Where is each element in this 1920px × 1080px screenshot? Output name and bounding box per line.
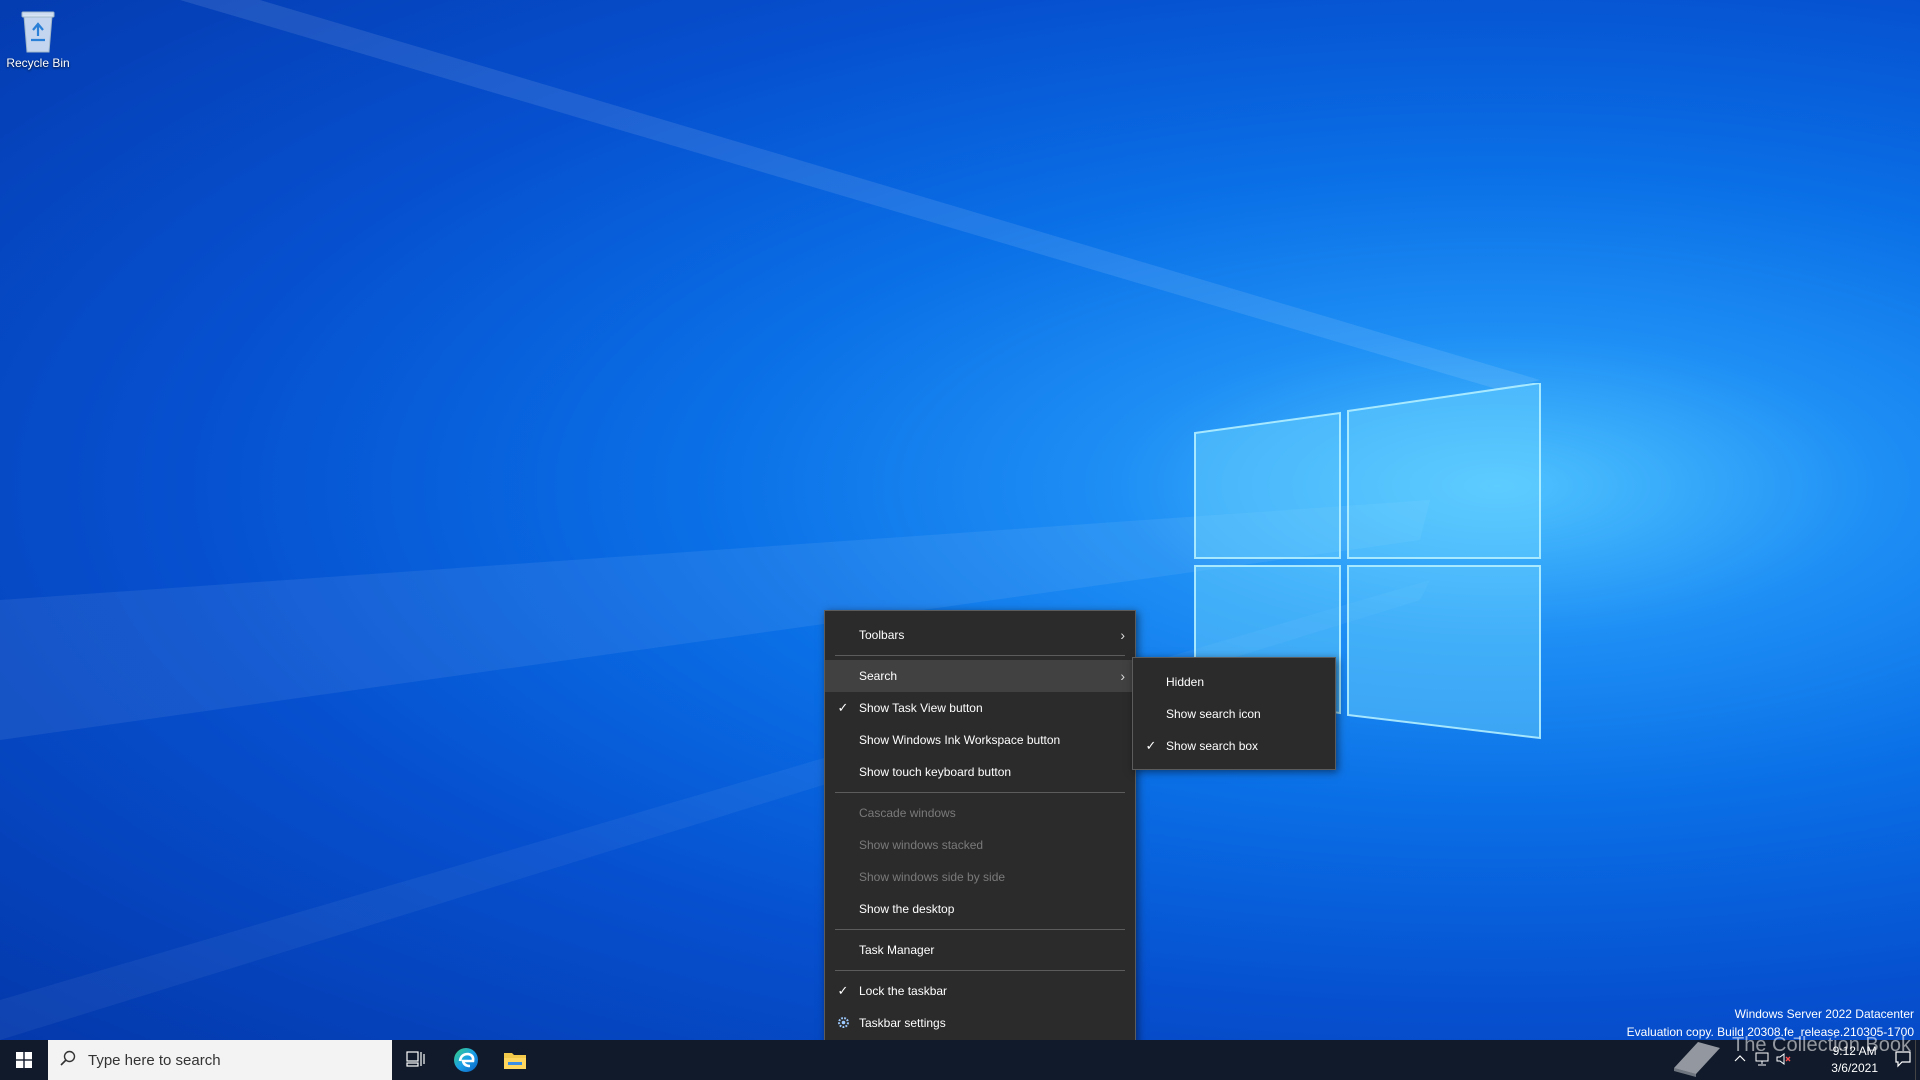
checkmark-icon: ✓ <box>837 700 849 715</box>
show-desktop-button[interactable] <box>1915 1040 1920 1080</box>
search-submenu: Hidden Show search icon ✓ Show search bo… <box>1132 657 1336 770</box>
menu-separator <box>835 792 1125 793</box>
file-explorer-icon <box>504 1053 526 1069</box>
menu-item-label: Show Windows Ink Workspace button <box>859 733 1061 747</box>
submenu-item-show-search-icon[interactable]: Show search icon <box>1133 698 1335 730</box>
menu-item-label: Taskbar settings <box>859 1016 946 1030</box>
menu-item-taskbar-settings[interactable]: Taskbar settings <box>825 1007 1135 1039</box>
task-view-button[interactable] <box>392 1040 440 1080</box>
gear-icon <box>835 1007 851 1039</box>
menu-item-label: Show windows side by side <box>859 870 1006 884</box>
submenu-item-label: Hidden <box>1166 675 1205 689</box>
menu-item-label: Show the desktop <box>859 902 955 916</box>
menu-item-show-the-desktop[interactable]: Show the desktop <box>825 893 1135 925</box>
menu-item-label: Show Task View button <box>859 701 983 715</box>
menu-item-search[interactable]: Search › <box>825 660 1135 692</box>
menu-item-show-touch-keyboard-button[interactable]: Show touch keyboard button <box>825 756 1135 788</box>
checkmark-icon: ✓ <box>837 983 849 998</box>
menu-item-lock-the-taskbar[interactable]: ✓ Lock the taskbar <box>825 975 1135 1007</box>
menu-item-label: Task Manager <box>859 943 935 957</box>
checkmark-icon: ✓ <box>1145 738 1157 753</box>
menu-separator <box>835 655 1125 656</box>
windows-start-icon <box>16 1052 32 1068</box>
chevron-right-icon: › <box>1120 627 1125 643</box>
menu-item-toolbars[interactable]: Toolbars › <box>825 619 1135 651</box>
menu-item-task-manager[interactable]: Task Manager <box>825 934 1135 966</box>
submenu-item-label: Show search box <box>1166 739 1259 753</box>
menu-item-cascade-windows: Cascade windows <box>825 797 1135 829</box>
menu-item-label: Search <box>859 669 898 683</box>
recycle-bin-icon <box>16 6 60 54</box>
desktop-icon-label: Recycle Bin <box>6 56 70 70</box>
taskbar-search-box[interactable] <box>48 1040 392 1080</box>
menu-item-show-windows-stacked: Show windows stacked <box>825 829 1135 861</box>
submenu-item-hidden[interactable]: Hidden <box>1133 666 1335 698</box>
search-icon <box>60 1050 76 1071</box>
taskbar-edge-button[interactable] <box>442 1040 490 1080</box>
menu-separator <box>835 970 1125 971</box>
start-button[interactable] <box>0 1040 48 1080</box>
menu-item-label: Toolbars <box>859 628 905 642</box>
menu-item-label: Show touch keyboard button <box>859 765 1012 779</box>
submenu-item-label: Show search icon <box>1166 707 1261 721</box>
taskbar: 9:12 AM 3/6/2021 <box>0 1040 1920 1080</box>
book-logo-icon <box>1674 1042 1720 1077</box>
menu-item-label: Lock the taskbar <box>859 984 948 998</box>
search-input[interactable] <box>86 1050 370 1070</box>
watermark-edition: Windows Server 2022 Datacenter <box>1734 1007 1914 1021</box>
menu-separator <box>835 929 1125 930</box>
menu-item-label: Show windows stacked <box>859 838 984 852</box>
menu-item-show-ink-workspace-button[interactable]: Show Windows Ink Workspace button <box>825 724 1135 756</box>
menu-item-show-task-view-button[interactable]: ✓ Show Task View button <box>825 692 1135 724</box>
desktop-icon-recycle-bin[interactable]: Recycle Bin <box>4 6 72 70</box>
task-view-icon <box>406 1051 425 1067</box>
taskbar-context-menu: Toolbars › Search › ✓ Show Task View but… <box>824 610 1136 1046</box>
menu-item-label: Cascade windows <box>859 806 956 820</box>
edge-icon <box>454 1048 478 1072</box>
chevron-right-icon: › <box>1120 668 1125 684</box>
brand-watermark: The Collection Book <box>1732 1034 1911 1056</box>
menu-item-show-windows-side-by-side: Show windows side by side <box>825 861 1135 893</box>
submenu-item-show-search-box[interactable]: ✓ Show search box <box>1133 730 1335 762</box>
taskbar-file-explorer-button[interactable] <box>491 1040 539 1080</box>
clock-date: 3/6/2021 <box>1831 1061 1878 1075</box>
